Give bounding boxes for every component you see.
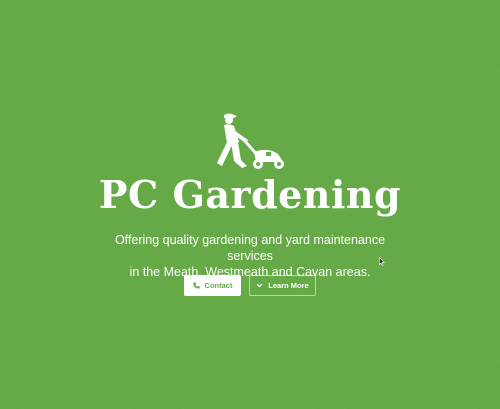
page-title: PC Gardening xyxy=(98,172,402,217)
mouse-pointer-icon xyxy=(379,257,385,266)
hero-buttons: Contact Learn More xyxy=(0,275,500,296)
hero-section: PC Gardening Offering quality gardening … xyxy=(0,0,500,409)
contact-button[interactable]: Contact xyxy=(184,275,241,296)
contact-button-label: Contact xyxy=(204,281,233,290)
learn-more-button[interactable]: Learn More xyxy=(249,275,316,296)
learn-more-button-label: Learn More xyxy=(268,281,309,290)
tagline: Offering quality gardening and yard main… xyxy=(100,232,400,280)
phone-icon xyxy=(192,282,200,289)
tagline-line-1: Offering quality gardening and yard main… xyxy=(114,233,386,263)
lawn-mower-person-icon xyxy=(217,113,284,169)
chevron-down-icon xyxy=(256,282,263,289)
